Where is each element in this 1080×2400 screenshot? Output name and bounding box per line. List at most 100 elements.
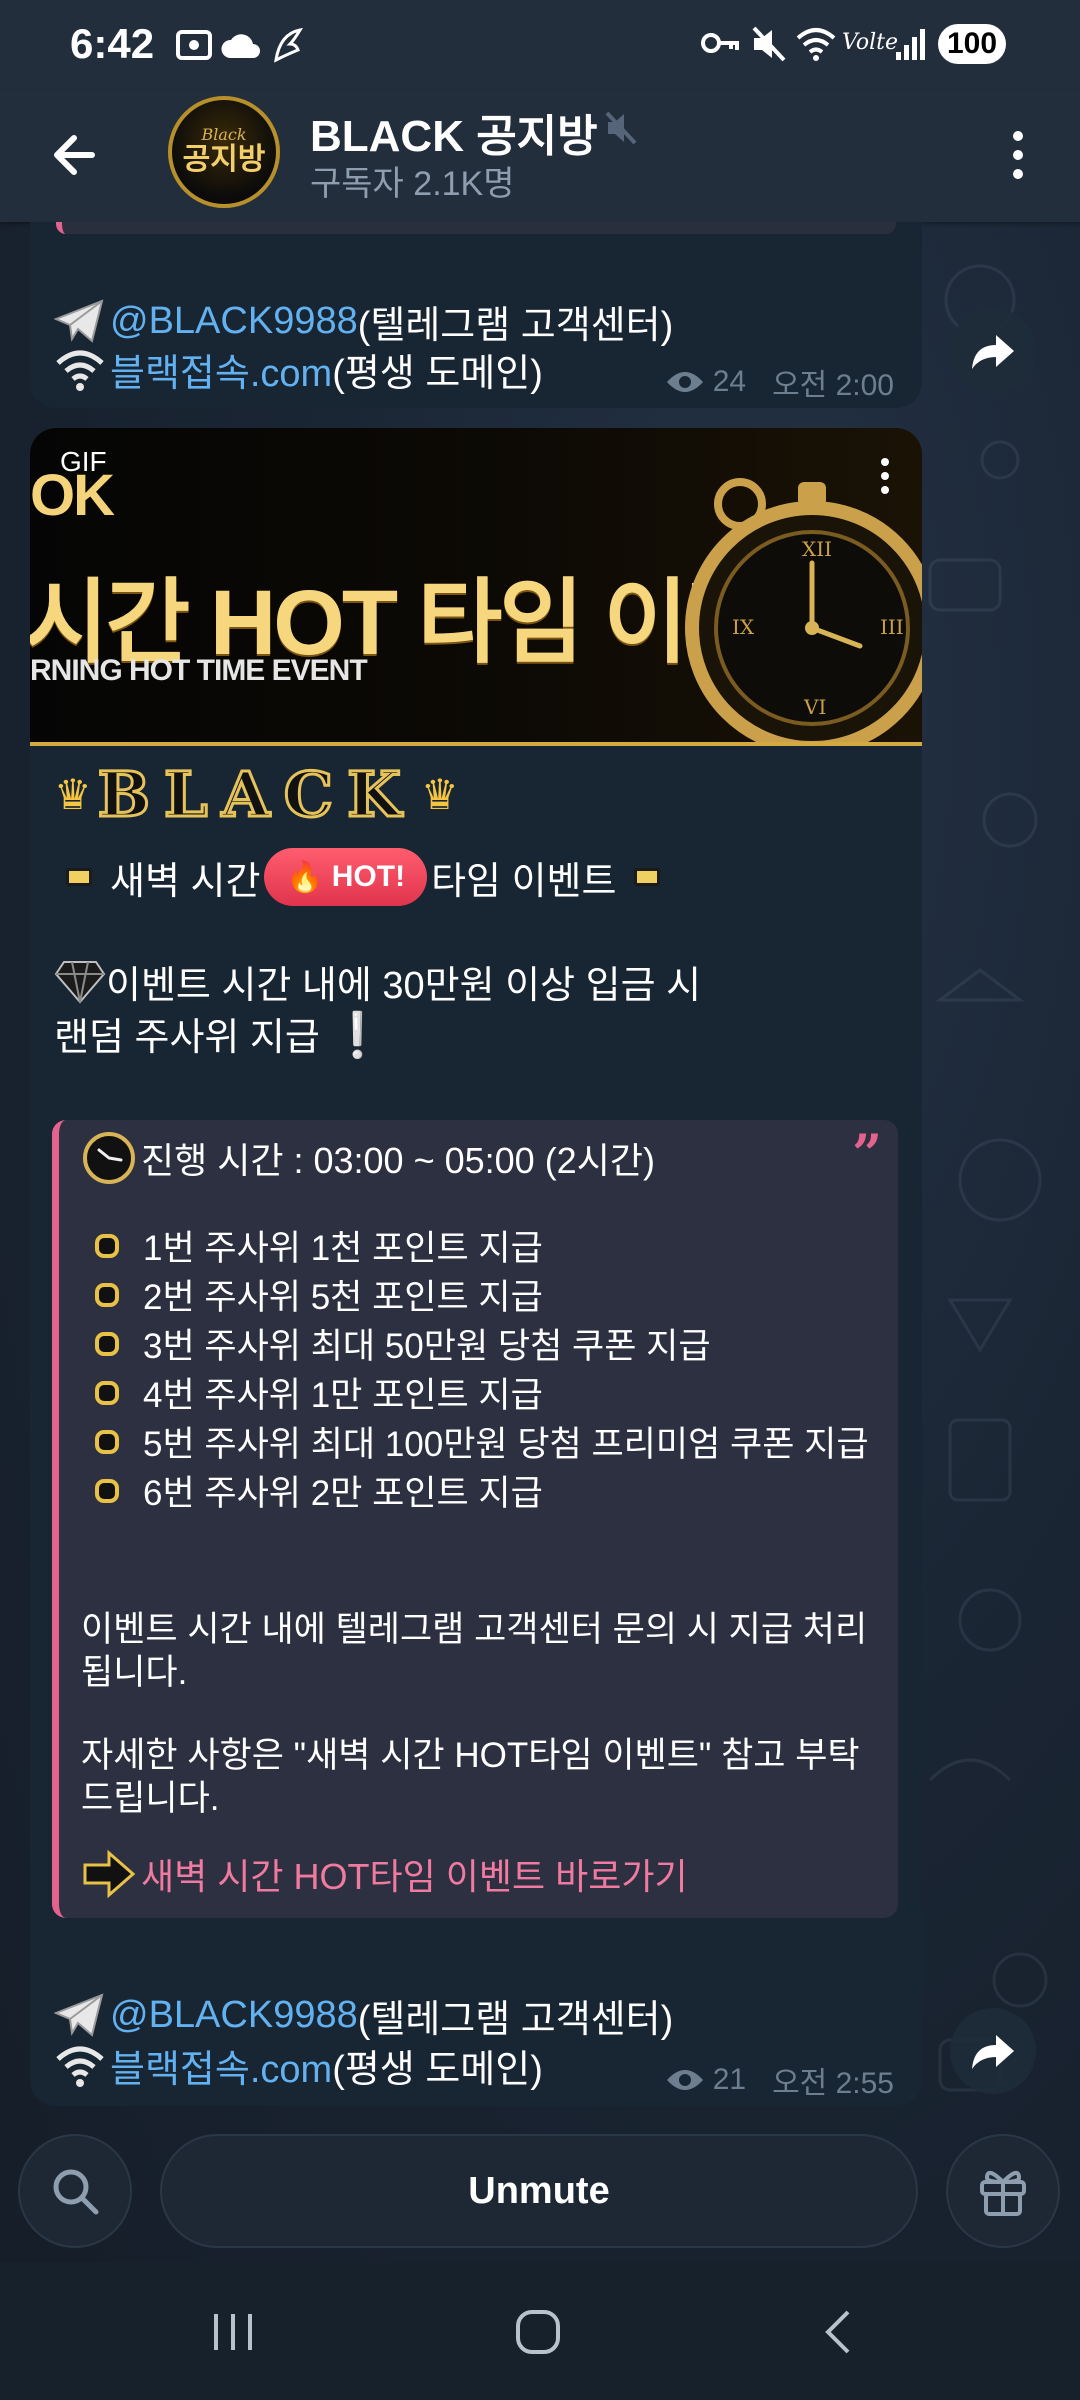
muted-speaker-icon xyxy=(605,111,637,145)
progress-time-row: 진행 시간 : 03:00 ~ 05:00 (2시간) xyxy=(81,1130,655,1186)
dash-emoji-icon xyxy=(66,868,92,886)
search-icon xyxy=(53,2169,99,2215)
list-item-text: 2번 주사위 5천 포인트 지급 xyxy=(143,1278,543,1317)
cloud-icon xyxy=(221,34,260,58)
fire-icon: 🔥 xyxy=(286,860,324,894)
diamond-icon xyxy=(54,961,106,1004)
quote-block-end xyxy=(56,222,896,234)
svg-text:VI: VI xyxy=(803,695,826,719)
event-link[interactable]: 새벽 시간 HOT타임 이벤트 바로가기 xyxy=(141,1848,688,1900)
paper-plane-icon xyxy=(54,1992,104,2037)
system-navigation-bar xyxy=(0,2262,1080,2400)
nav-back-icon[interactable] xyxy=(814,2302,864,2362)
channel-avatar[interactable]: Black 공지방 xyxy=(168,96,280,208)
back-arrow-icon[interactable] xyxy=(40,120,110,190)
screenshot-icon xyxy=(176,30,212,60)
vpn-key-icon xyxy=(701,33,739,53)
progress-time-text: 진행 시간 : 03:00 ~ 05:00 (2시간) xyxy=(141,1140,655,1181)
share-button[interactable] xyxy=(950,308,1036,394)
list-item-text: 5번 주사위 최대 100만원 당첨 프리미엄 쿠폰 지급 xyxy=(143,1425,869,1464)
bullet-icon xyxy=(95,1381,119,1405)
bullet-icon xyxy=(95,1234,119,1258)
event-title: 새벽 시간 🔥 HOT! 타임 이벤트 xyxy=(66,848,661,906)
avatar-logo-small-text: Black xyxy=(201,125,247,144)
exclamation-icon: ❕ xyxy=(330,1011,386,1060)
gift-button[interactable] xyxy=(946,2134,1060,2248)
intro-line-2: 랜덤 주사위 지급 xyxy=(54,1017,320,1059)
event-intro-text: 이벤트 시간 내에 30만원 이상 입금 시 랜덤 주사위 지급 ❕ xyxy=(54,958,914,1063)
contact-line: @BLACK9988 (텔레그램 고객센터) xyxy=(54,1988,673,2043)
unmute-button[interactable]: Unmute xyxy=(160,2134,918,2248)
gif-label: GIF xyxy=(60,446,107,477)
note-text: 자세한 사항은 "새벽 시간 HOT타임 이벤트" 참고 부탁드립니다. xyxy=(81,1736,860,1818)
message-bubble[interactable]: @BLACK9988 (텔레그램 고객센터) 블랙접속.com (평생 도메인)… xyxy=(30,222,922,408)
domain-line: 블랙접속.com (평생 도메인) xyxy=(54,342,543,397)
gif-banner-subtitle: RNING HOT TIME EVENT xyxy=(30,654,368,687)
share-arrow-icon xyxy=(972,335,1014,369)
list-item-text: 6번 주사위 2만 포인트 지급 xyxy=(143,1474,543,1513)
event-link-row[interactable]: 새벽 시간 HOT타임 이벤트 바로가기 xyxy=(81,1848,688,1900)
home-icon[interactable] xyxy=(508,2302,568,2362)
view-count: 24 xyxy=(712,365,747,398)
gif-banner[interactable]: OK 시간 HOT 타임 이벤트 RNING HOT TIME EVENT XI… xyxy=(30,428,922,746)
list-item: 2번 주사위 5천 포인트 지급 xyxy=(81,1273,881,1322)
domain-link[interactable]: 블랙접속.com xyxy=(110,342,332,397)
view-count: 21 xyxy=(712,2063,747,2096)
right-arrow-icon xyxy=(83,1849,136,1899)
share-button[interactable] xyxy=(950,2008,1036,2094)
message-time: 오전 2:55 xyxy=(772,2067,894,2100)
list-item-text: 3번 주사위 최대 50만원 당첨 쿠폰 지급 xyxy=(143,1327,711,1366)
list-item-text: 4번 주사위 1만 포인트 지급 xyxy=(143,1376,543,1415)
intro-line-1: 이벤트 시간 내에 30만원 이상 입금 시 xyxy=(106,965,702,1007)
hot-badge: 🔥 HOT! xyxy=(264,848,428,906)
dash-emoji-icon xyxy=(634,868,661,886)
list-item: 4번 주사위 1만 포인트 지급 xyxy=(81,1371,881,1420)
svg-text:III: III xyxy=(880,615,904,639)
wifi-icon xyxy=(56,2046,104,2087)
search-button[interactable] xyxy=(18,2134,132,2248)
bottom-action-bar: Unmute xyxy=(0,2108,1080,2262)
status-time: 6:42 xyxy=(70,20,155,67)
domain-description: (평생 도메인) xyxy=(332,2049,543,2091)
svg-text:IX: IX xyxy=(732,615,755,639)
note-text: 이벤트 시간 내에 텔레그램 고객센터 문의 시 지급 처리됩니다. xyxy=(81,1610,868,1692)
three-dots-vertical-icon[interactable] xyxy=(878,456,892,496)
eye-icon xyxy=(666,372,703,392)
event-title-right: 타임 이벤트 xyxy=(431,860,617,903)
app-notification-icon xyxy=(274,27,304,63)
battery-indicator: 100 xyxy=(938,24,1006,64)
clock-image: XII III VI IX xyxy=(685,478,922,742)
contact-handle-link[interactable]: @BLACK9988 xyxy=(110,300,358,343)
quote-mark-icon: ” xyxy=(852,1124,882,1185)
status-bar: 6:42 Volte 100 xyxy=(0,0,1080,90)
message-bubble[interactable]: OK 시간 HOT 타임 이벤트 RNING HOT TIME EVENT XI… xyxy=(30,428,922,2106)
channel-title[interactable]: BLACK 공지방 xyxy=(310,100,598,164)
dice-list: 1번 주사위 1천 포인트 지급 2번 주사위 5천 포인트 지급 3번 주사위… xyxy=(81,1224,881,1518)
eye-icon xyxy=(666,2070,703,2090)
list-item: 1번 주사위 1천 포인트 지급 xyxy=(81,1224,881,1273)
contact-description: (텔레그램 고객센터) xyxy=(357,1999,674,2041)
recent-apps-icon[interactable] xyxy=(208,2302,258,2362)
mute-status-icon xyxy=(752,26,786,62)
quote-block: ” 진행 시간 : 03:00 ~ 05:00 (2시간) 1번 주사위 1천 … xyxy=(52,1120,898,1918)
wifi-icon xyxy=(796,28,836,61)
clock-icon xyxy=(83,1132,135,1184)
contact-line: @BLACK9988 (텔레그램 고객센터) xyxy=(54,294,673,349)
bullet-icon xyxy=(95,1332,119,1356)
bullet-icon xyxy=(95,1479,119,1503)
chat-header: Black 공지방 BLACK 공지방 구독자 2.1K명 xyxy=(0,90,1080,222)
hot-badge-label: HOT! xyxy=(331,860,406,893)
volte-label: Volte xyxy=(842,30,899,55)
svg-text:XII: XII xyxy=(802,537,832,561)
domain-description: (평생 도메인) xyxy=(332,353,543,395)
contact-handle-link[interactable]: @BLACK9988 xyxy=(110,1994,358,2037)
paper-plane-icon xyxy=(54,298,104,343)
crown-icon: ♛ xyxy=(54,771,92,818)
three-dots-vertical-icon[interactable] xyxy=(996,120,1040,190)
message-time: 오전 2:00 xyxy=(772,369,894,402)
subscriber-count: 구독자 2.1K명 xyxy=(310,165,515,203)
list-item: 6번 주사위 2만 포인트 지급 xyxy=(81,1469,881,1518)
domain-link[interactable]: 블랙접속.com xyxy=(110,2038,332,2093)
contact-description: (텔레그램 고객센터) xyxy=(357,305,674,347)
domain-line: 블랙접속.com (평생 도메인) xyxy=(54,2038,543,2093)
